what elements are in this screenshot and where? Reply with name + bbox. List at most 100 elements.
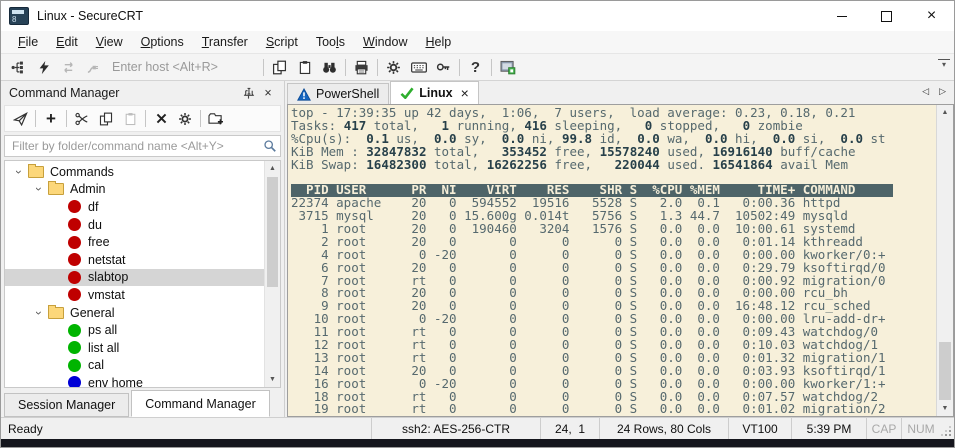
toolbar-separator xyxy=(459,59,460,76)
menu-edit[interactable]: Edit xyxy=(47,33,87,51)
expand-chevron-icon[interactable]: › xyxy=(12,164,26,180)
command-dot-icon xyxy=(68,271,81,284)
disconnect-icon[interactable] xyxy=(81,56,106,79)
quick-connect-icon[interactable] xyxy=(31,56,56,79)
paste-icon[interactable] xyxy=(118,108,142,129)
command-tree: ›Commands›Admindfdufreenetstatslabtopvms… xyxy=(5,163,264,388)
tree-item-label: netstat xyxy=(88,253,126,267)
tree-item-label: General xyxy=(70,306,114,320)
tab-close-icon[interactable]: × xyxy=(461,85,469,101)
print-icon[interactable] xyxy=(349,56,374,79)
tab-session-manager[interactable]: Session Manager xyxy=(4,393,129,417)
terminal-scrollbar[interactable]: ▲ ▼ xyxy=(936,105,953,416)
minimize-button[interactable] xyxy=(819,1,864,31)
copy-icon[interactable] xyxy=(267,56,292,79)
expand-chevron-icon[interactable]: › xyxy=(32,181,46,197)
scroll-down-icon[interactable]: ▼ xyxy=(265,372,280,387)
tree-item-vmstat[interactable]: vmstat xyxy=(5,286,264,304)
expand-chevron-icon[interactable]: › xyxy=(32,305,46,321)
tree-item-df[interactable]: df xyxy=(5,198,264,216)
tree-item-label: list all xyxy=(88,341,119,355)
menu-view[interactable]: View xyxy=(87,33,132,51)
key-icon[interactable] xyxy=(431,56,456,79)
cut-icon[interactable] xyxy=(70,108,94,129)
filter-input[interactable] xyxy=(10,138,263,154)
tree-item-label: ps all xyxy=(88,323,117,337)
tab-powershell[interactable]: PowerShell xyxy=(287,83,389,104)
tree-item-ps-all[interactable]: ps all xyxy=(5,321,264,339)
connect-icon[interactable] xyxy=(6,56,31,79)
tree-item-netstat[interactable]: netstat xyxy=(5,251,264,269)
menu-transfer[interactable]: Transfer xyxy=(193,33,257,51)
main-toolbar: ? ▾ xyxy=(1,53,954,81)
menu-options[interactable]: Options xyxy=(132,33,193,51)
keymap-keyboard-icon[interactable] xyxy=(406,56,431,79)
tree-item-Commands[interactable]: ›Commands xyxy=(5,163,264,181)
add-command-icon[interactable]: + xyxy=(39,108,63,129)
scrollbar-thumb[interactable] xyxy=(267,177,278,287)
toolbar-separator xyxy=(345,59,346,76)
send-command-icon[interactable] xyxy=(8,108,32,129)
tree-item-Admin[interactable]: › Admin xyxy=(5,181,264,199)
command-dot-icon xyxy=(68,288,81,301)
command-dot-icon xyxy=(68,324,81,337)
delete-icon[interactable] xyxy=(149,108,173,129)
command-dot-icon xyxy=(68,218,81,231)
tree-item-du[interactable]: du xyxy=(5,216,264,234)
reconnect-icon[interactable] xyxy=(56,56,81,79)
command-options-gear-icon[interactable] xyxy=(173,108,197,129)
paste-icon[interactable] xyxy=(292,56,317,79)
panel-title: Command Manager xyxy=(9,86,238,100)
tree-item-env-home[interactable]: env home xyxy=(5,374,264,388)
menu-window[interactable]: Window xyxy=(354,33,416,51)
command-manager-panel: Command Manager × + xyxy=(1,81,285,417)
search-icon[interactable] xyxy=(263,139,277,153)
tab-command-manager[interactable]: Command Manager xyxy=(131,390,269,417)
tree-item-slabtop[interactable]: slabtop xyxy=(5,269,264,287)
close-button[interactable]: × xyxy=(909,1,954,31)
session-window-icon[interactable] xyxy=(495,56,520,79)
maximize-button[interactable] xyxy=(864,1,909,31)
command-tree-box: ›Commands›Admindfdufreenetstatslabtopvms… xyxy=(4,160,281,388)
scroll-up-icon[interactable]: ▲ xyxy=(937,105,953,120)
tab-scroll-left-icon[interactable]: ◁ xyxy=(922,86,929,97)
panel-close-icon[interactable]: × xyxy=(258,83,278,103)
menu-tools[interactable]: Tools xyxy=(307,33,354,51)
tree-item-label: Admin xyxy=(70,182,105,196)
status-cipher: ssh2: AES-256-CTR xyxy=(371,418,540,439)
quick-connect-host-input[interactable] xyxy=(110,59,260,75)
tab-scroll-right-icon[interactable]: ▷ xyxy=(939,86,946,97)
tree-scrollbar[interactable]: ▲ ▼ xyxy=(264,161,280,387)
tree-item-free[interactable]: free xyxy=(5,233,264,251)
tab-linux[interactable]: Linux × xyxy=(390,81,479,104)
command-dot-icon xyxy=(68,200,81,213)
tree-item-label: vmstat xyxy=(88,288,125,302)
folder-icon xyxy=(48,183,64,195)
session-options-gear-icon[interactable] xyxy=(381,56,406,79)
terminal-line: 19 root rt 0 0 0 0 S 0.0 0.0 0:01.02 mig… xyxy=(291,403,936,416)
help-icon[interactable]: ? xyxy=(463,56,488,79)
toolbar-overflow-icon[interactable]: ▾ xyxy=(938,59,950,70)
terminal-screen[interactable]: top - 17:39:35 up 42 days, 1:06, 7 users… xyxy=(288,105,936,416)
scrollbar-thumb[interactable] xyxy=(939,342,951,400)
scroll-up-icon[interactable]: ▲ xyxy=(265,161,280,176)
tree-item-General[interactable]: › General xyxy=(5,304,264,322)
resize-grip[interactable] xyxy=(940,418,954,439)
menu-help[interactable]: Help xyxy=(416,33,460,51)
menu-file[interactable]: File xyxy=(9,33,47,51)
filter-box xyxy=(4,135,281,157)
toolbar-separator xyxy=(145,110,146,127)
app-icon xyxy=(9,7,29,25)
session-tab-bar: PowerShell Linux × ◁ ▷ xyxy=(287,81,954,104)
pin-icon[interactable] xyxy=(238,83,258,103)
scroll-down-icon[interactable]: ▼ xyxy=(937,401,953,416)
new-folder-icon[interactable] xyxy=(204,108,228,129)
tree-item-label: du xyxy=(88,218,102,232)
copy-icon[interactable] xyxy=(94,108,118,129)
command-dot-icon xyxy=(68,376,81,388)
toolbar-separator xyxy=(263,59,264,76)
tree-item-cal[interactable]: cal xyxy=(5,357,264,375)
find-icon[interactable] xyxy=(317,56,342,79)
menu-script[interactable]: Script xyxy=(257,33,307,51)
tree-item-list-all[interactable]: list all xyxy=(5,339,264,357)
